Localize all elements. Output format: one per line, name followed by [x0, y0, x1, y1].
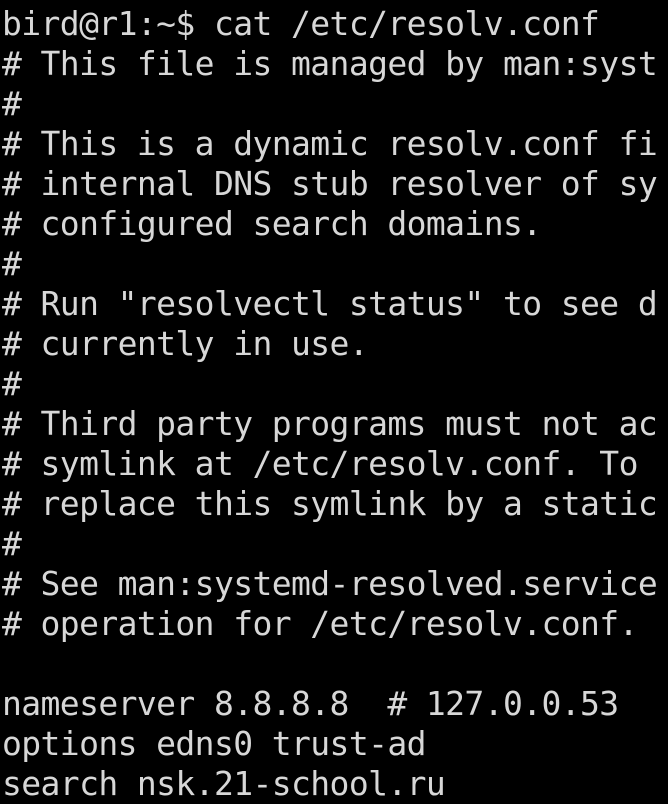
terminal-line: #: [2, 244, 22, 283]
terminal-line: # operation for /etc/resolv.conf.: [2, 604, 638, 643]
terminal-line: #: [2, 524, 22, 563]
terminal-line: # replace this symlink by a static: [2, 484, 658, 523]
terminal-window[interactable]: bird@r1:~$ cat /etc/resolv.conf # This f…: [0, 0, 668, 804]
terminal-line: # This is a dynamic resolv.conf fi: [2, 124, 658, 163]
terminal-line: #: [2, 364, 22, 403]
terminal-line-options: options edns0 trust-ad: [2, 724, 426, 763]
terminal-line-prompt: bird@r1:~$ cat /etc/resolv.conf: [2, 4, 600, 43]
terminal-line: # Third party programs must not ac: [2, 404, 658, 443]
terminal-line: # See man:systemd-resolved.service: [2, 564, 658, 603]
terminal-output: bird@r1:~$ cat /etc/resolv.conf # This f…: [2, 4, 658, 804]
terminal-line: #: [2, 84, 22, 123]
terminal-line-nameserver: nameserver 8.8.8.8 # 127.0.0.53: [2, 684, 619, 723]
terminal-line: # This file is managed by man:syst: [2, 44, 658, 83]
terminal-line-search: search nsk.21-school.ru: [2, 764, 446, 803]
terminal-line: # Run "resolvectl status" to see d: [2, 284, 658, 323]
terminal-line: # internal DNS stub resolver of sy: [2, 164, 658, 203]
terminal-line: # configured search domains.: [2, 204, 542, 243]
terminal-line: # currently in use.: [2, 324, 369, 363]
terminal-line: # symlink at /etc/resolv.conf. To: [2, 444, 658, 483]
